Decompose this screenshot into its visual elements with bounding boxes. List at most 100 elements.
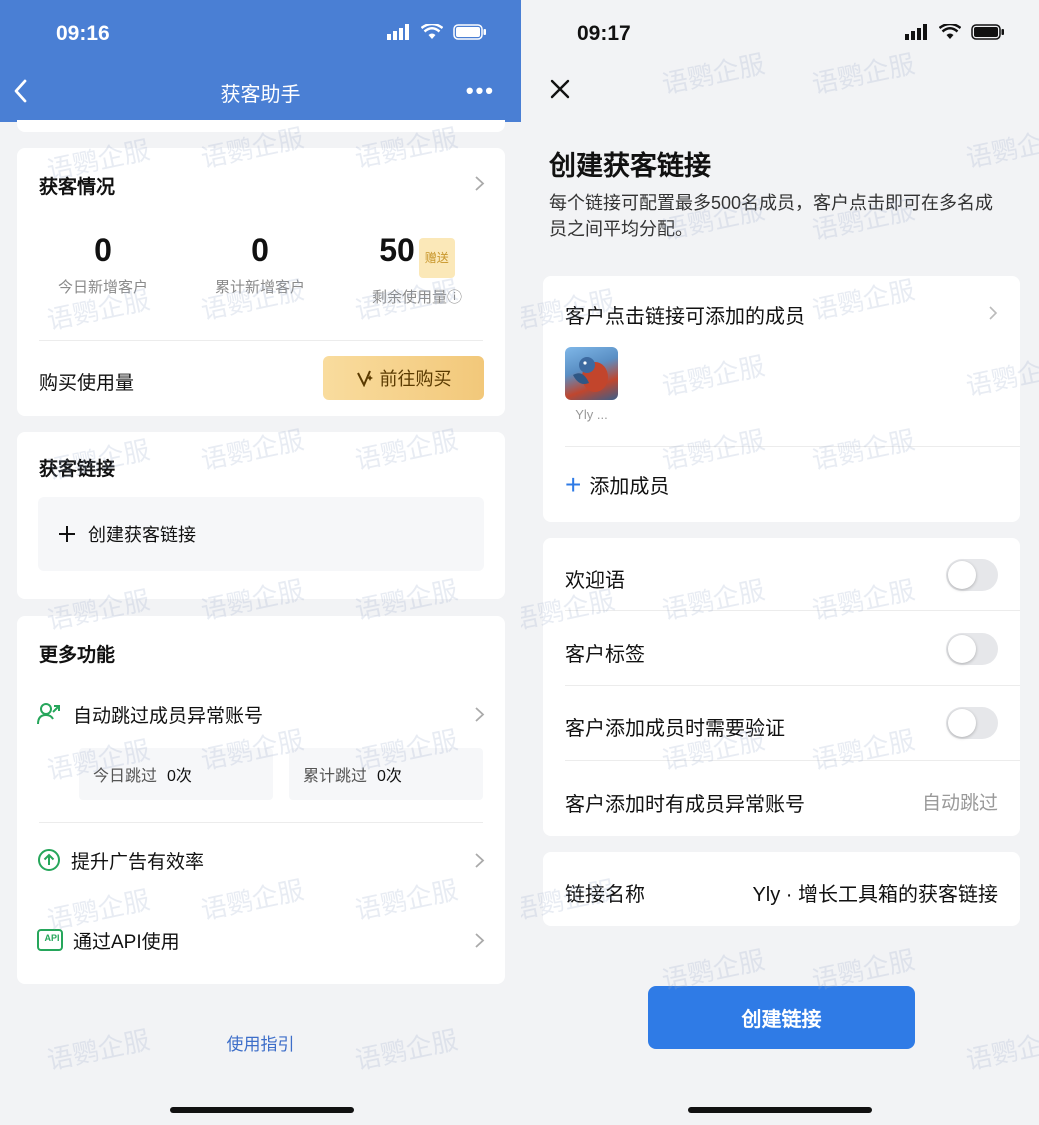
auto-skip-row[interactable]: 自动跳过成员异常账号 bbox=[37, 694, 485, 734]
tags-label: 客户标签 bbox=[565, 644, 645, 666]
divider bbox=[39, 822, 483, 823]
wifi-icon bbox=[939, 24, 961, 39]
stat-remaining: 50 赠送 剩余使用量ⓘ bbox=[337, 232, 497, 307]
verify-toggle[interactable] bbox=[946, 707, 998, 739]
tags-row: 客户标签 bbox=[565, 638, 998, 667]
previous-card-edge bbox=[17, 120, 505, 132]
signal-icon bbox=[387, 24, 409, 40]
sparkle-icon bbox=[356, 370, 373, 387]
nav-bar: 09:16 获客助手 ••• bbox=[0, 0, 521, 122]
links-card-title: 获客链接 bbox=[39, 459, 116, 480]
watermark: 语鹦企服 bbox=[659, 49, 768, 101]
link-name-value[interactable]: Yly · 增长工具箱的获客链接 bbox=[752, 878, 998, 907]
right-phone-screen: 09:17 创建获客链接 每个链接可配置最多500名成员，客户点击即可在多名成员… bbox=[521, 0, 1039, 1125]
page-description: 每个链接可配置最多500名成员，客户点击即可在多名成员之间平均分配。 bbox=[549, 193, 994, 239]
watermark: 语鹦企服 bbox=[963, 123, 1039, 175]
wifi-icon bbox=[421, 24, 443, 39]
plus-icon bbox=[59, 526, 75, 542]
more-features-card: 更多功能 自动跳过成员异常账号 今日跳过 0次 累计跳过 0次 提升广告有效率 … bbox=[17, 616, 505, 984]
stat-value: 50 bbox=[379, 232, 415, 268]
members-card: 客户点击链接可添加的成员 Yly ... + 添加成员 bbox=[543, 276, 1020, 522]
chevron-right-icon bbox=[989, 306, 998, 320]
auto-skip-label: 自动跳过成员异常账号 bbox=[73, 705, 264, 727]
stat-value: 0 bbox=[94, 232, 112, 268]
members-row[interactable]: 客户点击链接可添加的成员 bbox=[565, 300, 998, 329]
more-menu-button[interactable]: ••• bbox=[466, 78, 495, 104]
chevron-right-icon bbox=[475, 933, 485, 948]
welcome-label: 欢迎语 bbox=[565, 570, 625, 592]
stat-label[interactable]: 剩余使用量ⓘ bbox=[337, 286, 497, 307]
status-time: 09:17 bbox=[577, 22, 631, 45]
abnormal-account-value: 自动跳过 bbox=[921, 793, 998, 814]
add-member-button[interactable]: + 添加成员 bbox=[565, 470, 669, 499]
today-skip-label: 今日跳过 bbox=[93, 768, 158, 785]
tags-toggle[interactable] bbox=[946, 633, 998, 665]
home-indicator[interactable] bbox=[170, 1107, 354, 1113]
battery-icon bbox=[971, 24, 1004, 40]
stat-value: 0 bbox=[251, 232, 269, 268]
chevron-right-icon bbox=[475, 707, 485, 722]
member-avatar[interactable] bbox=[565, 347, 618, 400]
watermark: 语鹦企服 bbox=[963, 1025, 1039, 1077]
arrow-up-circle-icon bbox=[38, 849, 60, 871]
add-member-label: 添加成员 bbox=[589, 476, 670, 498]
divider bbox=[565, 760, 1020, 761]
go-buy-label: 前往购买 bbox=[379, 369, 452, 389]
signal-icon bbox=[905, 24, 927, 40]
stats-chevron-icon[interactable] bbox=[474, 175, 485, 192]
stat-value-row: 50 赠送 bbox=[337, 232, 497, 278]
today-skip-value: 0次 bbox=[167, 768, 192, 785]
user-skip-icon bbox=[37, 703, 60, 725]
improve-ads-label: 提升广告有效率 bbox=[71, 851, 205, 873]
create-link-button[interactable]: 创建获客链接 bbox=[38, 497, 484, 571]
more-features-title: 更多功能 bbox=[39, 645, 116, 666]
stat-label: 累计新增客户 bbox=[214, 279, 305, 296]
divider bbox=[565, 610, 1020, 611]
link-name-card: 链接名称 Yly · 增长工具箱的获客链接 bbox=[543, 852, 1020, 926]
member-name: Yly ... bbox=[575, 407, 608, 422]
divider bbox=[39, 340, 483, 341]
create-link-label: 创建获客链接 bbox=[88, 525, 196, 545]
divider bbox=[565, 685, 1020, 686]
stats-card: 获客情况 0 今日新增客户 0 累计新增客户 50 赠送 剩余使用量ⓘ 购买使用量… bbox=[17, 148, 505, 416]
links-card: 获客链接 创建获客链接 bbox=[17, 432, 505, 599]
total-skip-value: 0次 bbox=[377, 768, 402, 785]
buy-usage-label: 购买使用量 bbox=[39, 373, 135, 394]
verify-label: 客户添加成员时需要验证 bbox=[565, 718, 785, 740]
stat-total-new: 0 累计新增客户 bbox=[180, 232, 340, 297]
welcome-toggle[interactable] bbox=[946, 559, 998, 591]
close-icon[interactable] bbox=[549, 78, 571, 100]
members-label: 客户点击链接可添加的成员 bbox=[565, 306, 805, 328]
bird-avatar-icon bbox=[573, 357, 608, 392]
status-icons bbox=[905, 24, 1005, 40]
left-phone-screen: 09:16 获客助手 ••• 获客情况 0 今日新增客户 0 累计新增客户 50… bbox=[0, 0, 521, 1125]
gift-badge: 赠送 bbox=[418, 238, 455, 278]
api-icon-text: API bbox=[44, 933, 60, 943]
stat-label: 今日新增客户 bbox=[57, 279, 148, 296]
welcome-row: 欢迎语 bbox=[565, 564, 998, 593]
home-indicator[interactable] bbox=[688, 1107, 872, 1113]
divider bbox=[565, 446, 1020, 447]
go-buy-button[interactable]: 前往购买 bbox=[323, 356, 484, 400]
plus-icon: + bbox=[565, 468, 582, 500]
status-time: 09:16 bbox=[56, 22, 110, 45]
improve-ads-row[interactable]: 提升广告有效率 bbox=[37, 840, 485, 880]
total-skip-label: 累计跳过 bbox=[303, 768, 368, 785]
stats-card-title: 获客情况 bbox=[39, 177, 116, 198]
usage-guide-link[interactable]: 使用指引 bbox=[0, 1030, 521, 1055]
today-skip-box: 今日跳过 0次 bbox=[79, 748, 273, 800]
watermark: 语鹦企服 bbox=[809, 49, 918, 101]
settings-card: 欢迎语 客户标签 客户添加成员时需要验证 客户添加时有成员异常账号 自动跳过 bbox=[543, 538, 1020, 836]
api-usage-row[interactable]: 通过API使用 bbox=[37, 920, 485, 960]
link-name-label: 链接名称 bbox=[565, 884, 645, 906]
api-usage-label: 通过API使用 bbox=[73, 931, 180, 953]
abnormal-account-label: 客户添加时有成员异常账号 bbox=[565, 794, 805, 816]
stat-today-new: 0 今日新增客户 bbox=[23, 232, 183, 297]
battery-icon bbox=[453, 24, 486, 40]
status-icons bbox=[387, 24, 487, 40]
verify-row: 客户添加成员时需要验证 bbox=[565, 712, 998, 741]
total-skip-box: 累计跳过 0次 bbox=[289, 748, 483, 800]
chevron-right-icon bbox=[475, 853, 485, 868]
create-link-button[interactable]: 创建链接 bbox=[648, 986, 915, 1049]
page-title: 创建获客链接 bbox=[549, 151, 711, 181]
